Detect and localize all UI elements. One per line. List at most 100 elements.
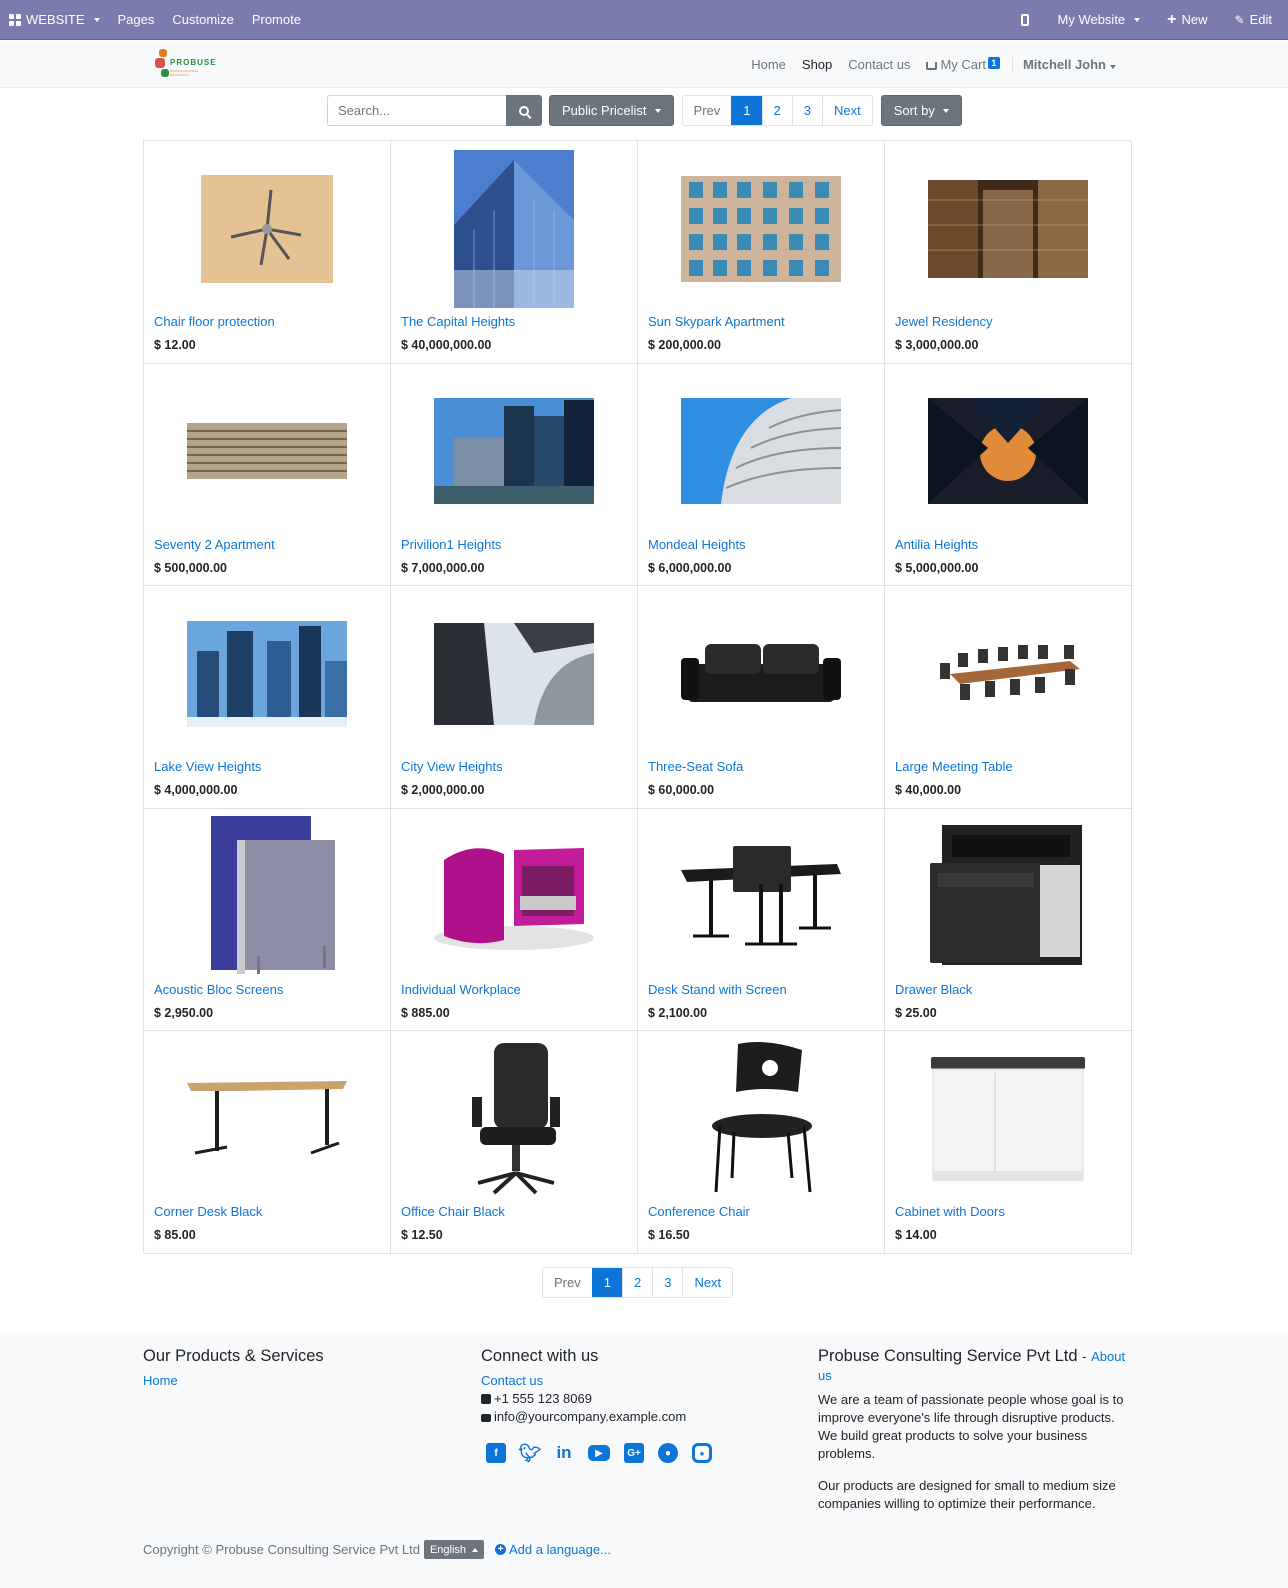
product-image[interactable] (434, 840, 594, 952)
product-card[interactable]: Seventy 2 Apartment $ 500,000.00 (144, 363, 391, 587)
product-card[interactable]: Jewel Residency $ 3,000,000.00 (885, 141, 1132, 364)
product-card[interactable]: Mondeal Heights $ 6,000,000.00 (638, 363, 885, 587)
linkedin-icon[interactable]: in (554, 1443, 574, 1463)
product-card[interactable]: Privilion1 Heights $ 7,000,000.00 (391, 363, 638, 587)
product-name[interactable]: The Capital Heights (401, 314, 515, 329)
product-image[interactable] (187, 1077, 347, 1161)
product-image[interactable] (930, 639, 1086, 709)
nav-shop[interactable]: Shop (794, 57, 840, 72)
product-card[interactable]: Antilia Heights $ 5,000,000.00 (885, 363, 1132, 587)
new-button[interactable]: + New (1158, 0, 1225, 39)
add-language-link[interactable]: + Add a language... (495, 1542, 611, 1557)
search-button[interactable] (506, 95, 542, 126)
site-selector[interactable]: My Website (1049, 0, 1159, 39)
product-price: $ 2,100.00 (648, 1005, 708, 1020)
product-image[interactable] (929, 1053, 1087, 1185)
product-name[interactable]: Large Meeting Table (895, 759, 1013, 774)
product-card[interactable]: Chair floor protection $ 12.00 (144, 141, 391, 364)
product-name[interactable]: Corner Desk Black (154, 1204, 262, 1219)
product-name[interactable]: Three-Seat Sofa (648, 759, 743, 774)
language-selector[interactable]: English (423, 1540, 485, 1559)
footer-home-link[interactable]: Home (143, 1373, 178, 1388)
product-card[interactable]: Acoustic Bloc Screens $ 2,950.00 (144, 808, 391, 1032)
product-card[interactable]: Lake View Heights $ 4,000,000.00 (144, 586, 391, 809)
product-image[interactable] (434, 398, 594, 505)
pager-page-1[interactable]: 1 (591, 1268, 622, 1297)
product-image[interactable] (681, 175, 841, 282)
product-name[interactable]: Jewel Residency (895, 314, 993, 329)
product-image[interactable] (454, 149, 574, 308)
product-card[interactable]: Conference Chair $ 16.50 (638, 1031, 885, 1254)
pager-next[interactable]: Next (821, 96, 872, 125)
pages-menu[interactable]: Pages (109, 0, 164, 39)
pager-page-3[interactable]: 3 (652, 1268, 683, 1297)
product-image[interactable] (187, 423, 347, 480)
pager-prev[interactable]: Prev (682, 96, 732, 125)
pager-next[interactable]: Next (682, 1268, 733, 1297)
product-image[interactable] (187, 620, 347, 727)
pager-page-3[interactable]: 3 (791, 96, 822, 125)
pager-prev[interactable]: Prev (543, 1268, 592, 1297)
product-name[interactable]: Sun Skypark Apartment (648, 314, 785, 329)
company-logo[interactable]: PROBUSE PROFESSIONAL BUSINESS (155, 47, 219, 83)
product-card[interactable]: The Capital Heights $ 40,000,000.00 (391, 141, 638, 364)
product-name[interactable]: Mondeal Heights (648, 537, 746, 552)
customize-menu[interactable]: Customize (163, 0, 242, 39)
product-image[interactable] (681, 398, 841, 505)
product-image[interactable] (681, 634, 841, 714)
github-icon[interactable]: ● (658, 1443, 678, 1463)
product-card[interactable]: Sun Skypark Apartment $ 200,000.00 (638, 141, 885, 364)
product-name[interactable]: Lake View Heights (154, 759, 261, 774)
product-image[interactable] (928, 821, 1088, 971)
product-image[interactable] (928, 398, 1088, 505)
product-image[interactable] (706, 1041, 816, 1196)
product-card[interactable]: Cabinet with Doors $ 14.00 (885, 1031, 1132, 1254)
product-image[interactable] (197, 816, 337, 976)
mobile-preview-button[interactable] (1001, 0, 1049, 39)
website-menu[interactable]: WEBSITE (0, 0, 109, 39)
pager-page-2[interactable]: 2 (621, 1268, 653, 1297)
nav-contact-us[interactable]: Contact us (840, 57, 918, 72)
product-image[interactable] (928, 179, 1088, 278)
nav-home[interactable]: Home (743, 57, 794, 72)
pricelist-dropdown[interactable]: Public Pricelist (549, 95, 674, 126)
product-card[interactable]: Large Meeting Table $ 40,000.00 (885, 586, 1132, 809)
youtube-icon[interactable]: ▶ (588, 1445, 610, 1461)
product-card[interactable]: Drawer Black $ 25.00 (885, 808, 1132, 1032)
product-card[interactable]: Individual Workplace $ 885.00 (391, 808, 638, 1032)
product-name[interactable]: Individual Workplace (401, 982, 521, 997)
product-image[interactable] (681, 844, 841, 948)
promote-menu[interactable]: Promote (243, 0, 310, 39)
product-card[interactable]: Office Chair Black $ 12.50 (391, 1031, 638, 1254)
product-image[interactable] (201, 174, 333, 283)
product-name[interactable]: Acoustic Bloc Screens (154, 982, 283, 997)
product-name[interactable]: Chair floor protection (154, 314, 275, 329)
google-plus-icon[interactable]: G+ (624, 1443, 644, 1463)
product-card[interactable]: Desk Stand with Screen $ 2,100.00 (638, 808, 885, 1032)
product-card[interactable]: Three-Seat Sofa $ 60,000.00 (638, 586, 885, 809)
instagram-icon[interactable]: ● (692, 1443, 712, 1463)
product-card[interactable]: Corner Desk Black $ 85.00 (144, 1031, 391, 1254)
footer-contact-link[interactable]: Contact us (481, 1373, 543, 1388)
product-image[interactable] (464, 1041, 564, 1197)
product-name[interactable]: Cabinet with Doors (895, 1204, 1005, 1219)
facebook-icon[interactable]: f (486, 1443, 506, 1463)
pager-page-2[interactable]: 2 (761, 96, 792, 125)
product-card[interactable]: City View Heights $ 2,000,000.00 (391, 586, 638, 809)
product-name[interactable]: Privilion1 Heights (401, 537, 501, 552)
sort-by-dropdown[interactable]: Sort by (880, 95, 962, 126)
pager-page-1[interactable]: 1 (731, 96, 762, 125)
user-menu[interactable]: Mitchell John (1011, 56, 1124, 72)
product-image[interactable] (434, 622, 594, 725)
edit-button[interactable]: ✎ Edit (1226, 0, 1288, 39)
twitter-icon[interactable]: 🐦︎ (519, 1443, 542, 1463)
my-cart-link[interactable]: My Cart 1 (918, 56, 1008, 72)
product-name[interactable]: City View Heights (401, 759, 503, 774)
product-name[interactable]: Antilia Heights (895, 537, 978, 552)
product-name[interactable]: Conference Chair (648, 1204, 750, 1219)
product-name[interactable]: Seventy 2 Apartment (154, 537, 275, 552)
product-name[interactable]: Drawer Black (895, 982, 972, 997)
product-name[interactable]: Office Chair Black (401, 1204, 505, 1219)
search-input[interactable] (327, 95, 506, 126)
product-name[interactable]: Desk Stand with Screen (648, 982, 787, 997)
